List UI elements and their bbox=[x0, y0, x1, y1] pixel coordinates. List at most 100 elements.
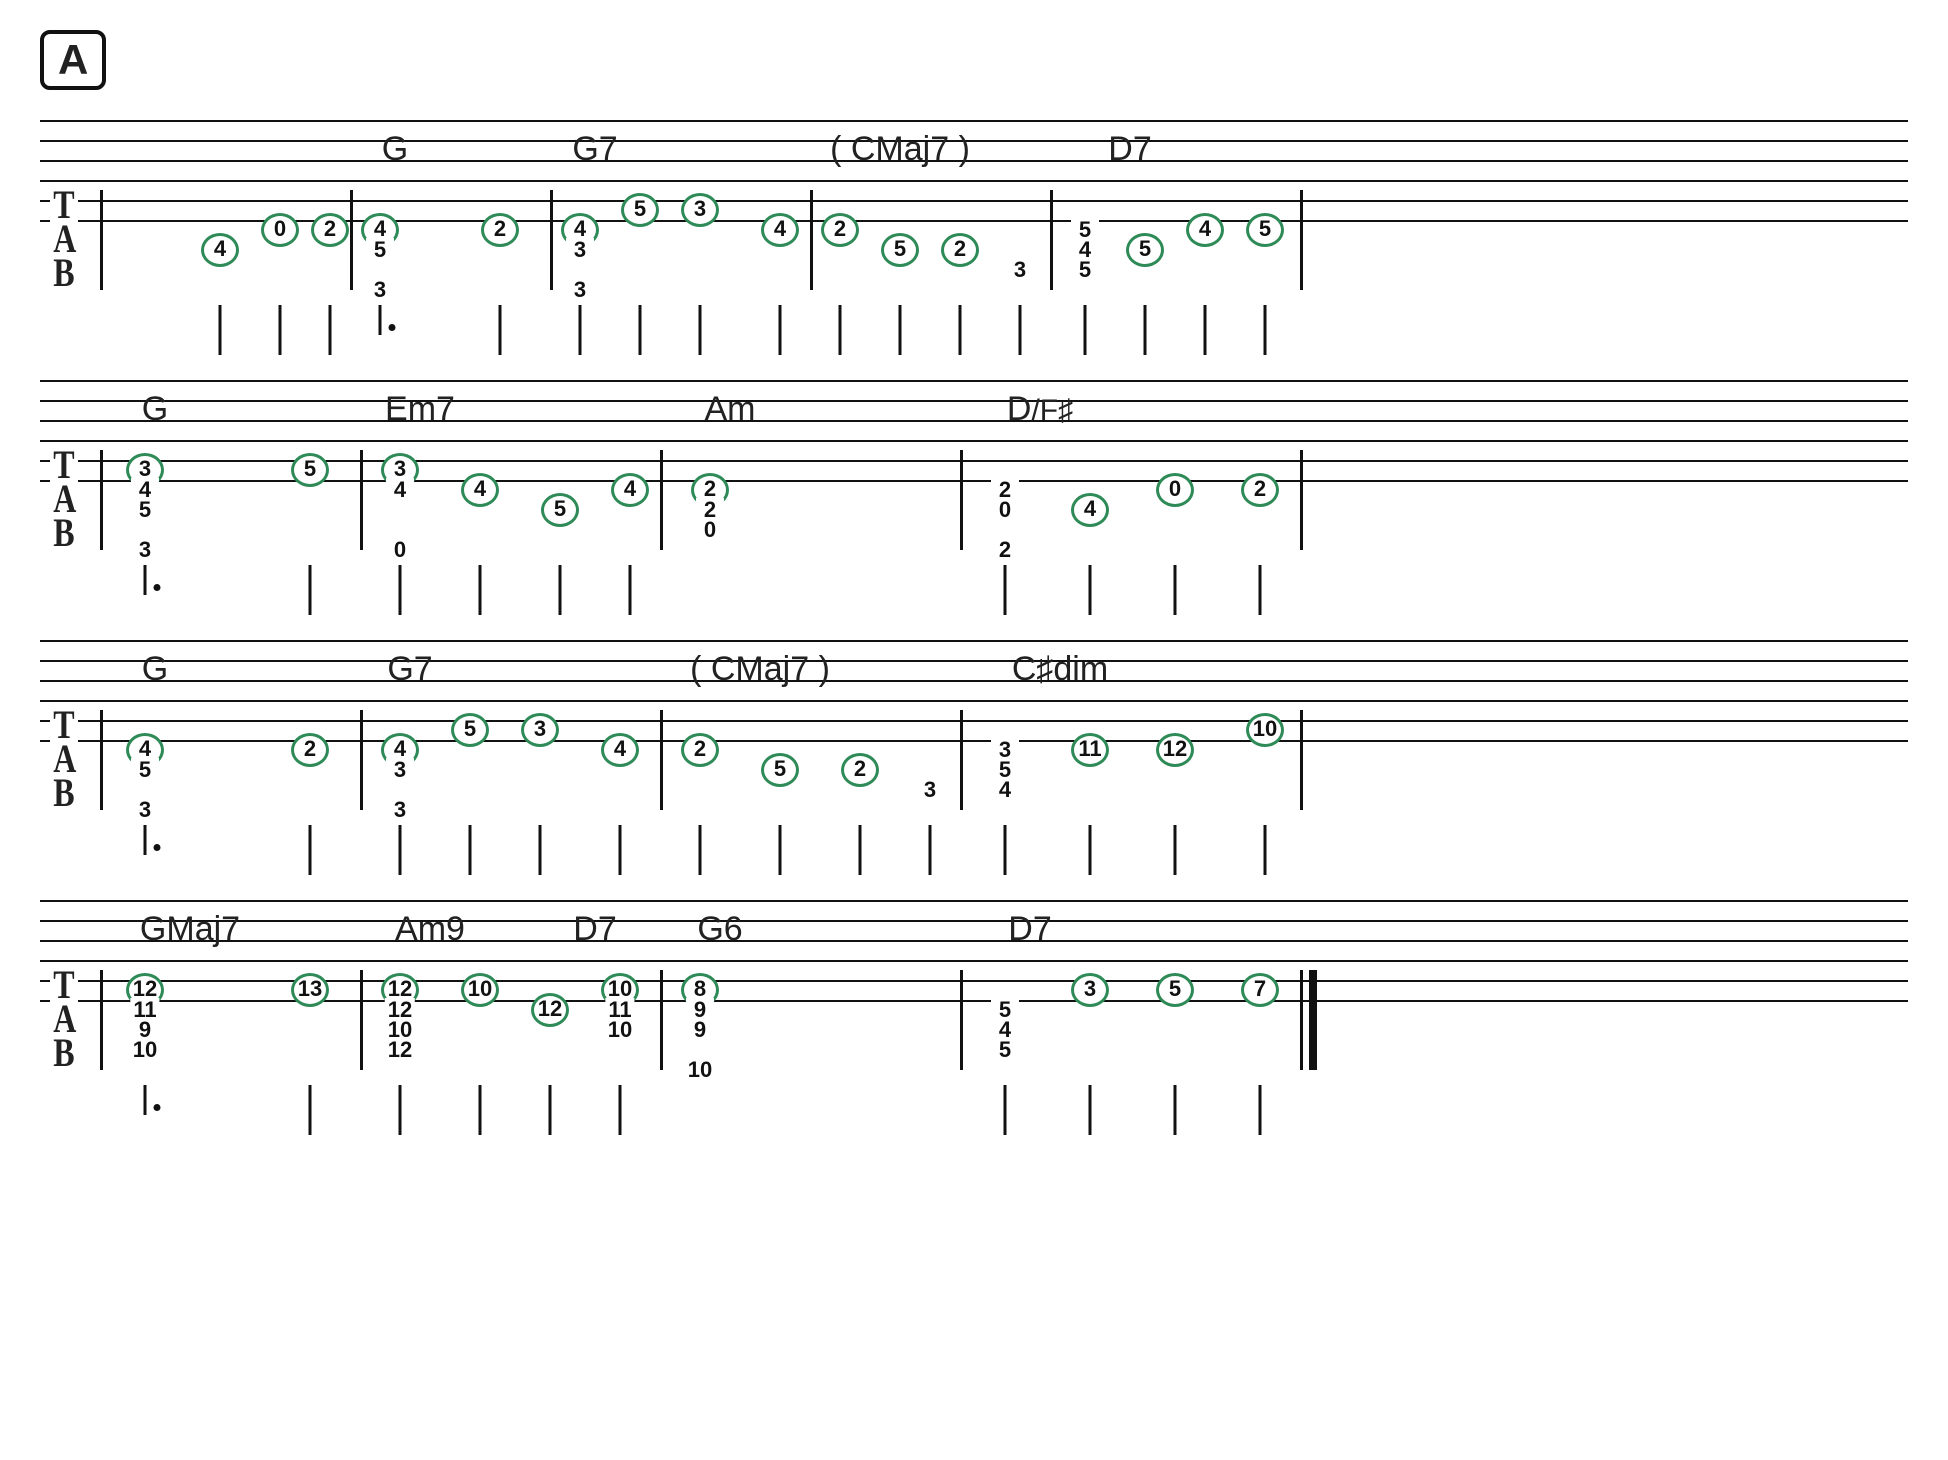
rhythm-stem bbox=[859, 825, 862, 875]
rhythm-stem bbox=[379, 305, 382, 335]
rhythm-stem bbox=[1019, 305, 1022, 355]
string-line bbox=[40, 400, 1908, 402]
tab-line: TABGEm7AmD/F♯34535340454220202402 bbox=[40, 380, 1908, 540]
string-line bbox=[40, 900, 1908, 902]
rhythm-stem bbox=[1004, 825, 1007, 875]
melody-note: 3 bbox=[1071, 973, 1109, 1007]
melody-note: 5 bbox=[541, 493, 579, 527]
chord-note: 0 bbox=[386, 538, 414, 562]
barline bbox=[100, 970, 103, 1070]
rhythm-stem bbox=[144, 1085, 147, 1115]
tab-clef: TAB bbox=[50, 448, 78, 550]
rhythm-stem bbox=[1144, 305, 1147, 355]
barline bbox=[1300, 710, 1303, 810]
rhythm-stem bbox=[479, 565, 482, 615]
rhythm-dot bbox=[154, 584, 161, 591]
barline bbox=[660, 710, 663, 810]
barline bbox=[350, 190, 353, 290]
melody-note: 3 bbox=[521, 713, 559, 747]
melody-note: 2 bbox=[841, 753, 879, 787]
barline bbox=[360, 450, 363, 550]
melody-note: 11 bbox=[1071, 733, 1109, 767]
rhythm-stem bbox=[619, 825, 622, 875]
chord-symbol: D7 bbox=[1008, 910, 1051, 949]
melody-note: 2 bbox=[941, 233, 979, 267]
rhythm-stem bbox=[329, 305, 332, 355]
chord-symbol: G7 bbox=[572, 130, 617, 169]
string-line bbox=[40, 140, 1908, 142]
melody-note: 3 bbox=[681, 193, 719, 227]
chord-symbol: G bbox=[382, 130, 408, 169]
barline bbox=[1300, 450, 1303, 550]
rhythm-stem bbox=[1259, 565, 1262, 615]
melody-note: 2 bbox=[821, 213, 859, 247]
melody-note: 10 bbox=[461, 973, 499, 1007]
rhythm-stem bbox=[839, 305, 842, 355]
chord-note: 5 bbox=[131, 758, 159, 782]
chord-symbol: D7 bbox=[573, 910, 616, 949]
melody-note: 0 bbox=[1156, 473, 1194, 507]
rhythm-stem bbox=[699, 825, 702, 875]
tab-line: TABGG7( CMaj7 )C♯dim45324335342523354111… bbox=[40, 640, 1908, 800]
rhythm-stem bbox=[219, 305, 222, 355]
melody-note: 4 bbox=[201, 233, 239, 267]
chord-symbol: G bbox=[142, 650, 168, 689]
chord-note: 4 bbox=[386, 478, 414, 502]
rhythm-stem bbox=[1204, 305, 1207, 355]
chord-note: 10 bbox=[685, 1058, 715, 1082]
rhythm-dot bbox=[154, 1104, 161, 1111]
chord-symbol: D7 bbox=[1108, 130, 1151, 169]
barline bbox=[960, 970, 963, 1070]
rhythm-stem bbox=[1264, 825, 1267, 875]
chord-note: 0 bbox=[696, 518, 724, 542]
melody-note: 4 bbox=[761, 213, 799, 247]
rhythm-stem bbox=[619, 1085, 622, 1135]
melody-note: 5 bbox=[291, 453, 329, 487]
chord-note: 3 bbox=[1006, 258, 1034, 282]
rhythm-stem bbox=[549, 1085, 552, 1135]
rhythm-stem bbox=[779, 825, 782, 875]
melody-note: 2 bbox=[681, 733, 719, 767]
melody-note: 4 bbox=[611, 473, 649, 507]
barline bbox=[550, 190, 553, 290]
barline bbox=[1050, 190, 1053, 290]
chord-symbol: G6 bbox=[697, 910, 742, 949]
melody-note: 4 bbox=[461, 473, 499, 507]
melody-note: 12 bbox=[531, 993, 569, 1027]
string-line bbox=[40, 640, 1908, 642]
rhythm-stem bbox=[399, 1085, 402, 1135]
melody-note: 4 bbox=[1071, 493, 1109, 527]
chord-note: 5 bbox=[131, 498, 159, 522]
chord-note: 3 bbox=[386, 758, 414, 782]
chord-note: 3 bbox=[131, 538, 159, 562]
rhythm-stem bbox=[1174, 565, 1177, 615]
string-line bbox=[40, 380, 1908, 382]
rhythm-stem bbox=[1084, 305, 1087, 355]
rhythm-stem bbox=[499, 305, 502, 355]
chord-note: 3 bbox=[386, 798, 414, 822]
melody-note: 5 bbox=[1126, 233, 1164, 267]
chord-note: 3 bbox=[366, 278, 394, 302]
barline bbox=[660, 450, 663, 550]
rhythm-stem bbox=[1089, 1085, 1092, 1135]
rhythm-stem bbox=[639, 305, 642, 355]
melody-note: 5 bbox=[1156, 973, 1194, 1007]
string-line bbox=[40, 700, 1908, 702]
barline bbox=[100, 450, 103, 550]
chord-note: 5 bbox=[1071, 258, 1099, 282]
rhythm-stem bbox=[959, 305, 962, 355]
string-line bbox=[40, 660, 1908, 662]
barline bbox=[360, 970, 363, 1070]
chord-symbol: D/F♯ bbox=[1007, 390, 1073, 429]
melody-note: 0 bbox=[261, 213, 299, 247]
string-line bbox=[40, 720, 1908, 722]
rhythm-stem bbox=[1089, 825, 1092, 875]
melody-note: 2 bbox=[481, 213, 519, 247]
tab-clef: TAB bbox=[50, 188, 78, 290]
chord-symbol: Am bbox=[705, 390, 756, 429]
rhythm-stem bbox=[399, 565, 402, 615]
rhythm-stem bbox=[1174, 825, 1177, 875]
rhythm-stem bbox=[144, 565, 147, 595]
chord-note: 4 bbox=[991, 778, 1019, 802]
melody-note: 10 bbox=[1246, 713, 1284, 747]
